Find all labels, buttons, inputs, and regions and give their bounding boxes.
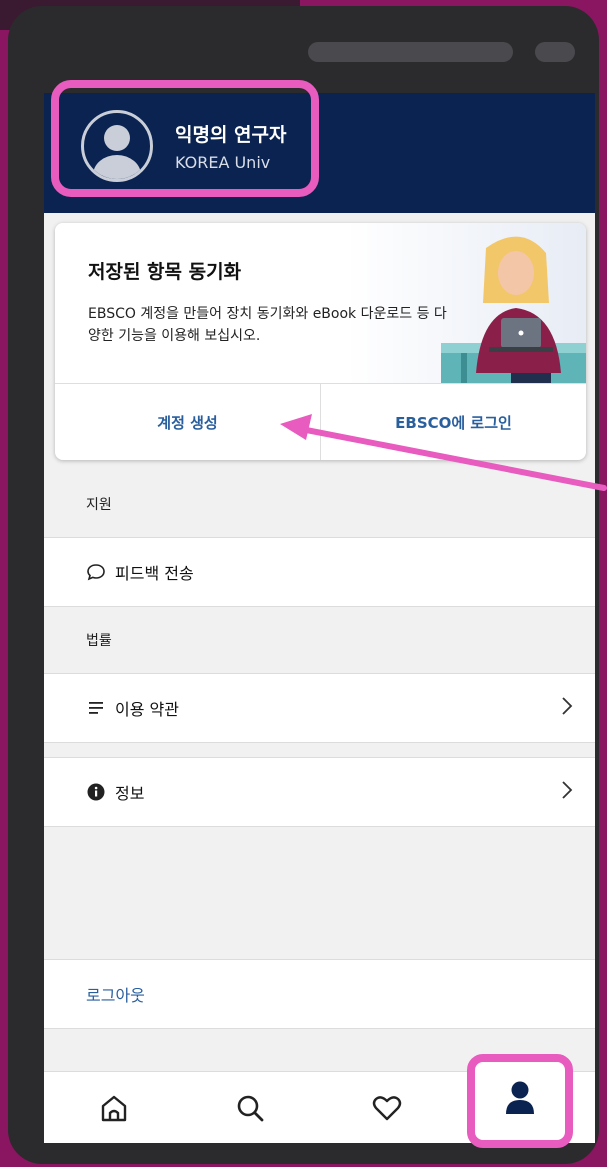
annotation-arrow bbox=[280, 414, 607, 491]
